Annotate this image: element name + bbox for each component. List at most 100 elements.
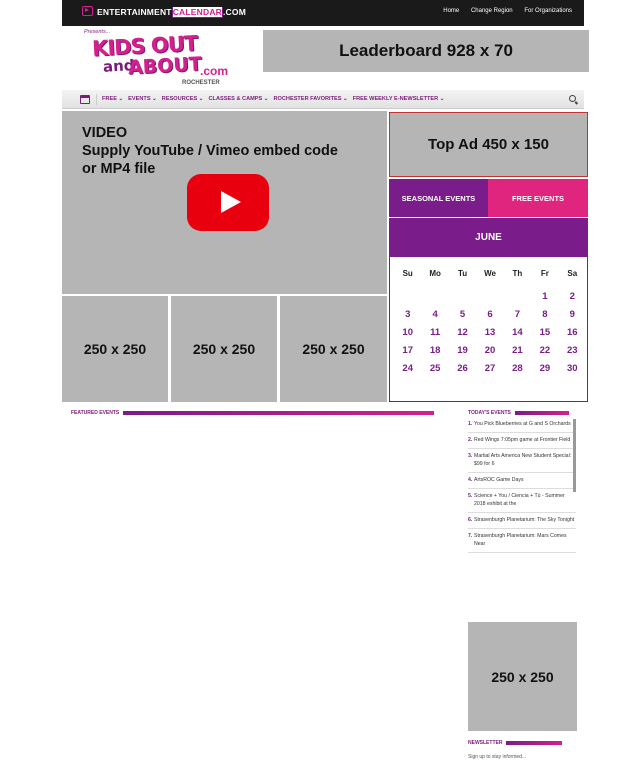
calendar-date[interactable]: 18 [421, 345, 448, 356]
newsletter-title: NEWSLETTER [468, 740, 503, 746]
calendar-date[interactable]: 25 [421, 363, 448, 374]
logo-about-text: ABOUT [127, 53, 203, 79]
todays-event-item[interactable]: 3. Martial Arts America New Student Speci… [468, 449, 576, 473]
ad-250-3[interactable]: 250 x 250 [280, 296, 387, 402]
leaderboard-ad[interactable]: Leaderboard 928 x 70 [263, 30, 589, 72]
search-icon[interactable] [569, 95, 576, 102]
top-bar: ENTERTAINMENTCALENDAR.COM Home Change Re… [62, 0, 584, 26]
calendar-date[interactable]: 13 [476, 327, 503, 338]
home-link[interactable]: Home [443, 8, 459, 14]
nav-item-free[interactable]: FREE ⌄ [102, 96, 123, 102]
todays-event-item[interactable]: 1. You Pick Blueberries at G and S Orchar… [468, 417, 576, 433]
calendar-date[interactable]: 19 [449, 345, 476, 356]
sidebar-ad-250[interactable]: 250 x 250 [468, 622, 577, 731]
calendar-date[interactable]: 9 [559, 309, 586, 320]
todays-event-item[interactable]: 7. Strasenburgh Planetarium: Mars Comes N… [468, 529, 576, 553]
tab-seasonal-events[interactable]: SEASONAL EVENTS [389, 179, 488, 217]
nav-item-events[interactable]: EVENTS ⌄ [128, 96, 157, 102]
calendar-date[interactable]: 1 [531, 291, 558, 302]
calendar-date[interactable]: 22 [531, 345, 558, 356]
calendar-date [476, 291, 503, 302]
main-nav: FREE ⌄ EVENTS ⌄ RESOURCES ⌄ CLASSES & CA… [62, 90, 584, 109]
todays-events-header: TODAY'S EVENTS [468, 410, 578, 416]
event-title[interactable]: Red Wings 7:05pm game at Frontier Field [474, 436, 570, 444]
calendar-day-name: Fr [540, 269, 549, 278]
event-title[interactable]: Strasenburgh Planetarium: Mars Comes Nea… [474, 532, 576, 548]
calendar-date[interactable]: 28 [504, 363, 531, 374]
featured-events-bar [123, 411, 435, 415]
event-title[interactable]: Science + You / Ciencia + Tú - Summer 20… [474, 492, 576, 508]
calendar-day-name: Sa [567, 269, 578, 278]
todays-events-list: 1. You Pick Blueberries at G and S Orchar… [468, 417, 576, 612]
calendar-day-name: Tu [457, 269, 468, 278]
calendar-date[interactable]: 15 [531, 327, 558, 338]
calendar-date [421, 291, 448, 302]
calendar-day-name: Th [512, 269, 523, 278]
nav-item-newsletter[interactable]: FREE WEEKLY E-NEWSLETTER ⌄ [353, 96, 445, 102]
calendar-date[interactable]: 14 [504, 327, 531, 338]
calendar-date[interactable]: 20 [476, 345, 503, 356]
calendar-date[interactable]: 16 [559, 327, 586, 338]
calendar-date[interactable]: 8 [531, 309, 558, 320]
todays-events-bar [514, 411, 569, 415]
newsletter-header: NEWSLETTER [468, 740, 578, 746]
event-title[interactable]: You Pick Blueberries at G and S Orchards [474, 420, 571, 428]
tab-free-events[interactable]: FREE EVENTS [488, 179, 588, 217]
event-title[interactable]: ArtsROC Game Days [474, 476, 524, 484]
play-logo-icon [82, 6, 93, 16]
nav-item-rochester-favorites[interactable]: ROCHESTER FAVORITES ⌄ [274, 96, 348, 102]
todays-event-item[interactable]: 4. ArtsROC Game Days [468, 473, 576, 489]
video-placeholder-text: VIDEO Supply YouTube / Vimeo embed code … [82, 125, 338, 177]
calendar-date[interactable]: 6 [476, 309, 503, 320]
event-title[interactable]: Strasenburgh Planetarium: The Sky Tonigh… [474, 516, 574, 524]
change-region-link[interactable]: Change Region [471, 8, 513, 14]
newsletter-subtext: Sign up to stay informed... [468, 754, 527, 760]
calendar-date[interactable]: 23 [559, 345, 586, 356]
nav-divider [96, 93, 97, 105]
calendar-date[interactable]: 5 [449, 309, 476, 320]
nav-item-classes-camps[interactable]: CLASSES & CAMPS ⌄ [208, 96, 268, 102]
todays-event-item[interactable]: 5. Science + You / Ciencia + Tú - Summer … [468, 489, 576, 513]
logo-region-text: ROCHESTER [182, 80, 220, 86]
featured-events-title: FEATURED EVENTS [71, 410, 120, 416]
calendar-date[interactable]: 10 [394, 327, 421, 338]
calendar-date[interactable]: 3 [394, 309, 421, 320]
calendar-date[interactable]: 7 [504, 309, 531, 320]
top-links: Home Change Region For Organizations [433, 8, 572, 14]
site-brand-link[interactable]: ENTERTAINMENTCALENDAR.COM [82, 6, 246, 18]
calendar-icon[interactable] [80, 94, 90, 104]
calendar-date[interactable]: 11 [421, 327, 448, 338]
calendar-date[interactable]: 12 [449, 327, 476, 338]
for-organizations-link[interactable]: For Organizations [524, 8, 572, 14]
ad-250-2[interactable]: 250 x 250 [171, 296, 277, 402]
calendar-date[interactable]: 21 [504, 345, 531, 356]
youtube-play-icon[interactable] [187, 174, 269, 231]
calendar-date [449, 291, 476, 302]
calendar-date[interactable]: 17 [394, 345, 421, 356]
calendar-date[interactable]: 2 [559, 291, 586, 302]
calendar-widget: Su Mo Tu We Th Fr Sa 1 2 3 4 5 6 7 8 9 10 11 12 13 14 15 16 17 1… [389, 257, 588, 402]
calendar-date[interactable]: 29 [531, 363, 558, 374]
calendar-month: JUNE [389, 218, 588, 257]
nav-item-resources[interactable]: RESOURCES ⌄ [162, 96, 204, 102]
logo-com-text: .com [200, 64, 229, 78]
calendar-date[interactable]: 26 [449, 363, 476, 374]
todays-events-title: TODAY'S EVENTS [468, 410, 511, 416]
newsletter-bar [506, 741, 563, 745]
calendar-day-name: Su [402, 269, 413, 278]
todays-event-item[interactable]: 6. Strasenburgh Planetarium: The Sky Toni… [468, 513, 576, 529]
calendar-date [394, 291, 421, 302]
calendar-date[interactable]: 4 [421, 309, 448, 320]
calendar-grid: Su Mo Tu We Th Fr Sa 1 2 3 4 5 6 7 8 9 10 11 12 13 14 15 16 17 1… [394, 269, 586, 374]
todays-event-item[interactable]: 2. Red Wings 7:05pm game at Frontier Fiel… [468, 433, 576, 449]
calendar-date [504, 291, 531, 302]
events-scrollbar[interactable] [573, 419, 576, 492]
ad-250-1[interactable]: 250 x 250 [62, 296, 168, 402]
calendar-date[interactable]: 24 [394, 363, 421, 374]
event-title[interactable]: Martial Arts America New Student Special… [474, 452, 576, 468]
featured-events-header: FEATURED EVENTS [71, 410, 448, 416]
top-ad[interactable]: Top Ad 450 x 150 [389, 112, 588, 177]
calendar-date[interactable]: 30 [559, 363, 586, 374]
calendar-day-name: We [484, 269, 496, 278]
calendar-date[interactable]: 27 [476, 363, 503, 374]
